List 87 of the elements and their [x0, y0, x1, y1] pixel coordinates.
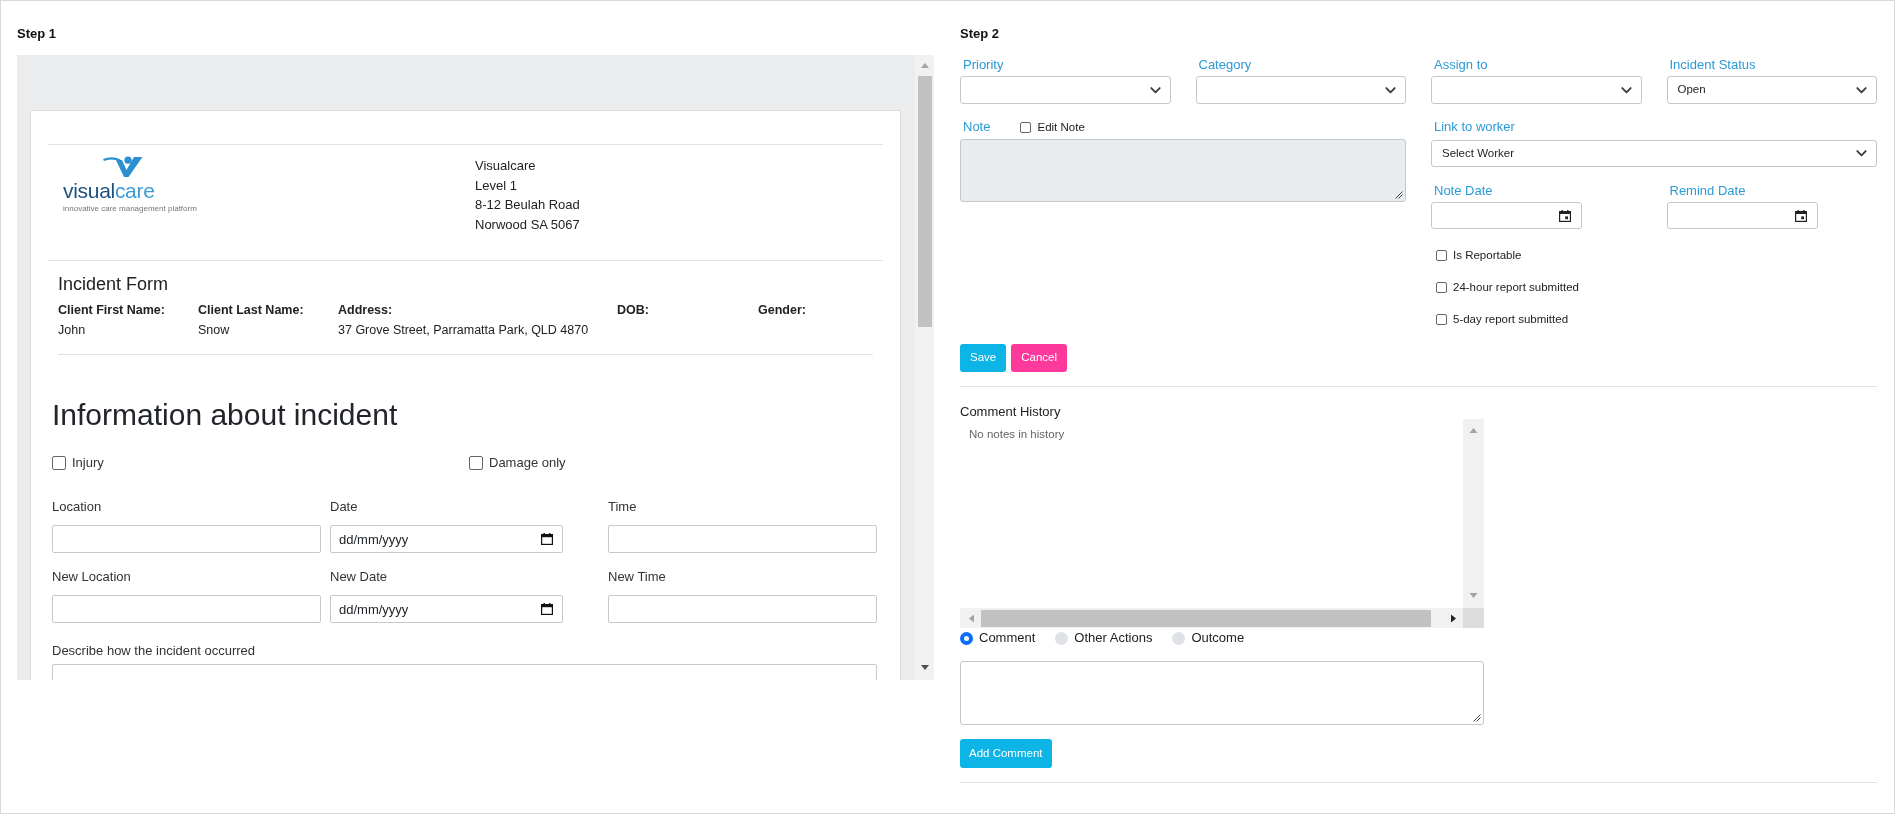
field-label: Date	[330, 499, 358, 515]
scroll-down-arrow-icon[interactable]	[920, 665, 929, 670]
field-label: Client First Name:	[58, 302, 165, 318]
radio-label: Comment	[979, 630, 1036, 646]
field-label: Time	[608, 499, 637, 515]
radio-button[interactable]	[1055, 631, 1069, 645]
select-field[interactable]	[1195, 76, 1406, 104]
text-field[interactable]	[52, 595, 321, 623]
field-label: Remind Date	[1669, 183, 1746, 199]
text-field[interactable]	[608, 595, 877, 623]
checkbox[interactable]	[1436, 281, 1447, 293]
checkbox-label: Injury	[72, 455, 104, 471]
field-label: Describe how the incident occurred	[52, 643, 256, 658]
action-button[interactable]: Save	[960, 344, 1007, 372]
checkbox-label: Edit Note	[1037, 120, 1085, 135]
logo-wordmark: visualcare	[63, 181, 155, 201]
date-field[interactable]: dd/mm/yyyy	[330, 595, 563, 623]
scroll-left-arrow-icon[interactable]	[969, 613, 974, 623]
date-field[interactable]: dd/mm/yyyy	[330, 525, 563, 553]
field-label: New Time	[608, 569, 666, 585]
field-label: Address:	[338, 302, 393, 318]
field-label: Client Last Name:	[198, 302, 304, 318]
checkbox-label: Damage only	[489, 455, 566, 471]
text-field[interactable]	[608, 525, 877, 553]
field-label: Incident Status	[1669, 57, 1756, 73]
form-title: Incident Form	[58, 274, 169, 294]
chevron-down-icon	[1620, 86, 1632, 94]
address-line: Visualcare	[475, 157, 536, 175]
scroll-up-arrow-icon[interactable]	[920, 63, 929, 68]
scroll-right-arrow-icon[interactable]	[1451, 613, 1456, 623]
address-line: Level 1	[475, 176, 517, 195]
section-title: Comment History	[960, 404, 1061, 419]
add-comment-button[interactable]: Add Comment	[960, 739, 1052, 768]
section-heading: Information about incident	[52, 398, 398, 431]
address-line: 8-12 Beulah Road	[475, 196, 580, 215]
checkbox-label: Is Reportable	[1453, 248, 1522, 263]
checkbox[interactable]	[1436, 313, 1447, 325]
calendar-icon	[541, 603, 553, 615]
scrollbar-thumb[interactable]	[981, 609, 1431, 627]
field-label: Assign to	[1434, 57, 1488, 73]
action-button[interactable]: Cancel	[1011, 344, 1068, 372]
logo-mark-icon	[103, 156, 143, 177]
chevron-down-icon	[1149, 86, 1161, 94]
step-title: Step 1	[17, 26, 56, 41]
select-field[interactable]	[960, 76, 1171, 104]
empty-history-text: No notes in history	[969, 428, 1065, 440]
checkbox[interactable]	[1436, 249, 1447, 261]
calendar-icon	[541, 533, 553, 545]
radio-button[interactable]	[1172, 631, 1186, 645]
address-line: Norwood SA 5067	[475, 216, 580, 235]
field-value: 37 Grove Street, Parramatta Park, QLD 4870	[338, 322, 589, 338]
chevron-down-icon	[1856, 86, 1867, 94]
checkbox[interactable]	[469, 456, 483, 470]
chevron-down-icon	[1385, 86, 1396, 94]
field-label: Priority	[963, 57, 1004, 73]
select-field[interactable]: Open	[1666, 76, 1877, 104]
checkbox-label: 5-day report submitted	[1453, 312, 1569, 327]
checkbox-label: 24-hour report submitted	[1453, 280, 1579, 295]
field-value: Snow	[198, 322, 230, 338]
logo-tagline: innovative care management platform	[63, 204, 197, 214]
date-field[interactable]	[1431, 202, 1582, 229]
calendar-icon	[1794, 209, 1807, 222]
radio-button[interactable]	[960, 631, 973, 645]
resize-grip-icon[interactable]	[1473, 714, 1481, 722]
scrollbar-corner	[1463, 608, 1484, 628]
chevron-down-icon	[1856, 150, 1867, 157]
field-label: DOB:	[617, 302, 649, 318]
field-label: New Location	[52, 569, 131, 585]
field-label: Gender:	[758, 302, 806, 318]
date-field[interactable]	[1666, 202, 1818, 229]
select-field[interactable]	[1431, 76, 1642, 104]
radio-label: Outcome	[1191, 630, 1245, 646]
checkbox[interactable]	[52, 456, 66, 470]
scrollbar-thumb[interactable]	[917, 76, 932, 327]
step-title: Step 2	[960, 26, 999, 41]
select-field[interactable]: Select Worker	[1431, 140, 1877, 167]
calendar-icon	[1559, 209, 1571, 222]
field-label: Location	[52, 499, 102, 515]
field-value: John	[58, 322, 86, 338]
text-field[interactable]	[52, 525, 321, 553]
field-label: Note Date	[1434, 183, 1493, 199]
scroll-up-arrow-icon[interactable]	[1469, 428, 1478, 433]
field-label: Link to worker	[1434, 119, 1515, 135]
field-label: New Date	[330, 569, 388, 585]
field-label: Note	[963, 119, 991, 135]
field-label: Category	[1198, 57, 1252, 73]
radio-label: Other Actions	[1074, 630, 1153, 646]
